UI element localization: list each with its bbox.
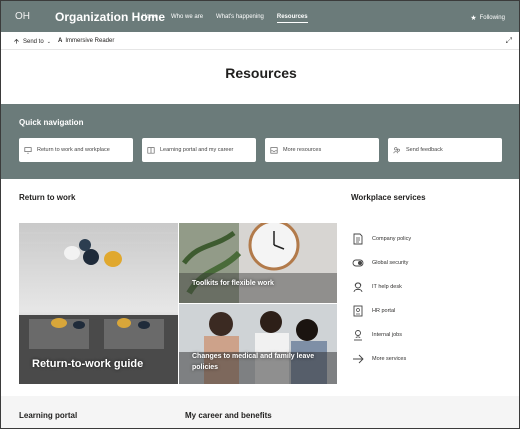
book-icon bbox=[147, 146, 155, 154]
immersive-reader-button[interactable]: A Immersive Reader bbox=[58, 38, 114, 44]
top-nav: Home Who we are What's happening Resourc… bbox=[142, 14, 308, 23]
immersive-reader-label: Immersive Reader bbox=[65, 38, 115, 44]
document-icon bbox=[351, 232, 365, 246]
service-label: Global security bbox=[372, 260, 409, 266]
hero-caption: Return-to-work guide bbox=[32, 358, 144, 370]
share-icon bbox=[14, 38, 19, 44]
learning-portal-heading: Learning portal bbox=[19, 411, 78, 420]
id-card-icon bbox=[351, 304, 365, 318]
hero-tile-leave-policies[interactable]: Changes to medical and family leave poli… bbox=[179, 304, 337, 384]
my-career-heading: My career and benefits bbox=[185, 411, 272, 420]
hero-grid: Return-to-work guide Toolkits for flexib… bbox=[19, 223, 337, 384]
page-title: Resources bbox=[225, 65, 297, 81]
arrow-right-icon bbox=[351, 352, 365, 366]
quick-navigation: Quick navigation Return to work and work… bbox=[1, 104, 519, 179]
quick-link-label: Return to work and workplace bbox=[37, 147, 110, 153]
hero-caption: Changes to medical and family leave poli… bbox=[192, 353, 315, 371]
bottom-section: Learning portal My career and benefits bbox=[1, 396, 519, 428]
quick-link-return-to-work[interactable]: Return to work and workplace bbox=[19, 138, 133, 162]
people-icon bbox=[393, 146, 401, 154]
quick-link-label: Learning portal and my career bbox=[160, 147, 234, 153]
nav-home[interactable]: Home bbox=[142, 14, 158, 23]
service-label: More services bbox=[372, 356, 407, 362]
service-it-help-desk[interactable]: IT help desk bbox=[351, 275, 511, 299]
service-label: Internal jobs bbox=[372, 332, 402, 338]
quick-link-learning-portal[interactable]: Learning portal and my career bbox=[142, 138, 256, 162]
command-bar: Send to ⌄ A Immersive Reader ⤢ bbox=[1, 32, 519, 50]
page-frame: OH Organization Home Home Who we are Wha… bbox=[0, 0, 520, 429]
tray-icon bbox=[270, 146, 278, 154]
service-more-services[interactable]: More services bbox=[351, 347, 511, 371]
workplace-services-heading: Workplace services bbox=[351, 193, 426, 202]
service-label: Company policy bbox=[372, 236, 412, 242]
chevron-down-icon: ⌄ bbox=[46, 38, 51, 45]
send-to-button[interactable]: Send to ⌄ bbox=[13, 38, 51, 45]
service-hr-portal[interactable]: HR portal bbox=[351, 299, 511, 323]
immersive-reader-icon: A bbox=[58, 38, 63, 44]
return-to-work-heading: Return to work bbox=[19, 193, 76, 202]
follow-button[interactable]: ★ Following bbox=[470, 14, 505, 22]
expand-icon[interactable]: ⤢ bbox=[506, 36, 512, 46]
nav-who-we-are[interactable]: Who we are bbox=[171, 14, 203, 23]
toggle-icon bbox=[351, 256, 365, 270]
nav-resources[interactable]: Resources bbox=[276, 14, 308, 23]
star-icon: ★ bbox=[470, 15, 477, 22]
service-internal-jobs[interactable]: Internal jobs bbox=[351, 323, 511, 347]
hero-tile-toolkits[interactable]: Toolkits for flexible work bbox=[179, 223, 337, 303]
follow-label: Following bbox=[479, 15, 505, 21]
site-logo[interactable]: OH bbox=[15, 11, 30, 22]
hero-caption: Toolkits for flexible work bbox=[192, 280, 274, 287]
clock-image bbox=[179, 223, 337, 303]
monitor-icon bbox=[24, 146, 32, 154]
workplace-services-list: Company policy Global security IT help d… bbox=[351, 227, 511, 371]
quick-link-label: Send feedback bbox=[406, 147, 443, 153]
site-header: OH Organization Home Home Who we are Wha… bbox=[1, 1, 519, 32]
send-to-label: Send to bbox=[23, 38, 44, 45]
service-global-security[interactable]: Global security bbox=[351, 251, 511, 275]
service-company-policy[interactable]: Company policy bbox=[351, 227, 511, 251]
quick-navigation-heading: Quick navigation bbox=[19, 118, 84, 127]
quick-link-label: More resources bbox=[283, 147, 322, 153]
nav-whats-happening[interactable]: What's happening bbox=[216, 14, 264, 23]
person-headset-icon bbox=[351, 280, 365, 294]
service-label: HR portal bbox=[372, 308, 396, 314]
person-pin-icon bbox=[351, 328, 365, 342]
quick-link-more-resources[interactable]: More resources bbox=[265, 138, 379, 162]
hero-tile-return-to-work-guide[interactable]: Return-to-work guide bbox=[19, 223, 178, 384]
quick-link-send-feedback[interactable]: Send feedback bbox=[388, 138, 502, 162]
service-label: IT help desk bbox=[372, 284, 402, 290]
